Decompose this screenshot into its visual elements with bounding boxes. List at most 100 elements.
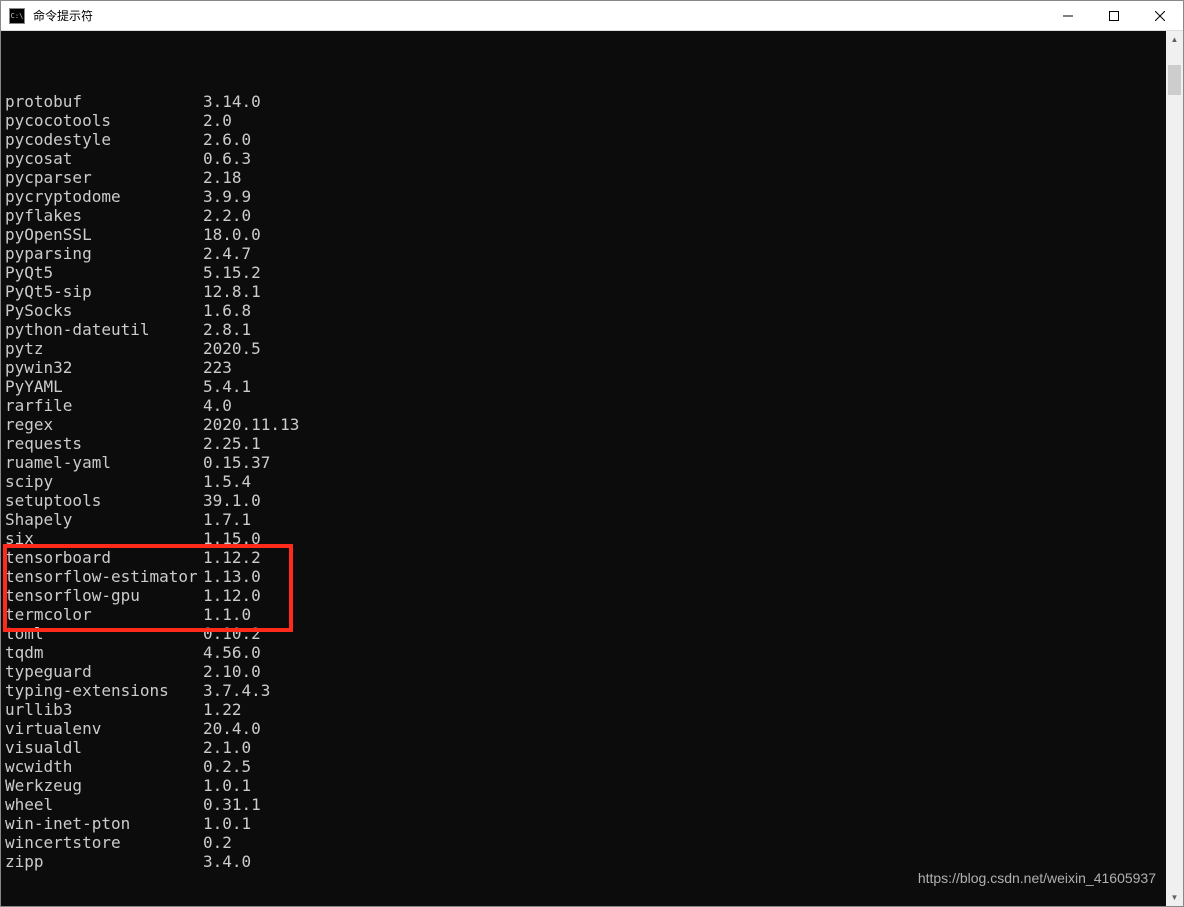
scroll-thumb[interactable] — [1168, 65, 1181, 95]
package-name: protobuf — [5, 92, 203, 111]
package-version: 5.15.2 — [203, 263, 261, 282]
package-row: pyparsing2.4.7 — [5, 244, 1166, 263]
package-row: Werkzeug1.0.1 — [5, 776, 1166, 795]
package-name: scipy — [5, 472, 203, 491]
package-name: zipp — [5, 852, 203, 871]
console-output[interactable]: protobuf3.14.0pycocotools2.0pycodestyle2… — [1, 31, 1166, 906]
package-name: pycosat — [5, 149, 203, 168]
package-name: python-dateutil — [5, 320, 203, 339]
console-area: protobuf3.14.0pycocotools2.0pycodestyle2… — [1, 31, 1183, 906]
command-prompt-window: C:\ 命令提示符 protobuf3.14.0pycocotools2.0py… — [0, 0, 1184, 907]
package-row: wcwidth0.2.5 — [5, 757, 1166, 776]
titlebar[interactable]: C:\ 命令提示符 — [1, 1, 1183, 31]
package-row: tqdm4.56.0 — [5, 643, 1166, 662]
package-version: 1.12.2 — [203, 548, 261, 567]
window-controls — [1045, 1, 1183, 30]
package-name: setuptools — [5, 491, 203, 510]
package-version: 2020.11.13 — [203, 415, 299, 434]
package-row: typing-extensions3.7.4.3 — [5, 681, 1166, 700]
package-name: PyQt5 — [5, 263, 203, 282]
package-row: pyOpenSSL18.0.0 — [5, 225, 1166, 244]
package-version: 2.25.1 — [203, 434, 261, 453]
package-version: 4.0 — [203, 396, 232, 415]
package-row: pycocotools2.0 — [5, 111, 1166, 130]
package-row: ruamel-yaml0.15.37 — [5, 453, 1166, 472]
package-row: pywin32223 — [5, 358, 1166, 377]
package-row: PySocks1.6.8 — [5, 301, 1166, 320]
close-button[interactable] — [1137, 1, 1183, 30]
package-row: PyQt5-sip12.8.1 — [5, 282, 1166, 301]
package-version: 2.1.0 — [203, 738, 251, 757]
package-row: requests2.25.1 — [5, 434, 1166, 453]
cmd-icon: C:\ — [9, 8, 25, 24]
package-name: urllib3 — [5, 700, 203, 719]
package-version: 1.0.1 — [203, 814, 251, 833]
package-version: 39.1.0 — [203, 491, 261, 510]
package-version: 1.7.1 — [203, 510, 251, 529]
package-row: pycparser2.18 — [5, 168, 1166, 187]
package-name: PySocks — [5, 301, 203, 320]
package-row: urllib31.22 — [5, 700, 1166, 719]
package-name: regex — [5, 415, 203, 434]
minimize-button[interactable] — [1045, 1, 1091, 30]
package-row: wincertstore0.2 — [5, 833, 1166, 852]
package-name: PyYAML — [5, 377, 203, 396]
package-name: wincertstore — [5, 833, 203, 852]
package-version: 0.10.2 — [203, 624, 261, 643]
package-version: 2.6.0 — [203, 130, 251, 149]
package-name: Werkzeug — [5, 776, 203, 795]
package-name: tensorflow-estimator — [5, 567, 203, 586]
package-name: pycodestyle — [5, 130, 203, 149]
package-version: 1.12.0 — [203, 586, 261, 605]
package-name: pycryptodome — [5, 187, 203, 206]
package-name: toml — [5, 624, 203, 643]
package-version: 0.15.37 — [203, 453, 270, 472]
package-row: pycodestyle2.6.0 — [5, 130, 1166, 149]
package-version: 2020.5 — [203, 339, 261, 358]
package-row: pytz2020.5 — [5, 339, 1166, 358]
package-row: toml0.10.2 — [5, 624, 1166, 643]
package-name: pywin32 — [5, 358, 203, 377]
package-version: 1.5.4 — [203, 472, 251, 491]
package-version: 1.1.0 — [203, 605, 251, 624]
package-name: ruamel-yaml — [5, 453, 203, 472]
package-version: 5.4.1 — [203, 377, 251, 396]
package-name: requests — [5, 434, 203, 453]
scroll-down-button[interactable]: ▼ — [1166, 889, 1183, 906]
package-row: typeguard2.10.0 — [5, 662, 1166, 681]
package-name: pycocotools — [5, 111, 203, 130]
watermark-text: https://blog.csdn.net/weixin_41605937 — [918, 869, 1156, 888]
scroll-up-button[interactable]: ▲ — [1166, 31, 1183, 48]
package-name: pyOpenSSL — [5, 225, 203, 244]
package-name: tensorflow-gpu — [5, 586, 203, 605]
vertical-scrollbar[interactable]: ▲ ▼ — [1166, 31, 1183, 906]
package-version: 1.0.1 — [203, 776, 251, 795]
package-version: 2.0 — [203, 111, 232, 130]
package-name: tqdm — [5, 643, 203, 662]
package-row: six1.15.0 — [5, 529, 1166, 548]
package-name: pyparsing — [5, 244, 203, 263]
package-name: typing-extensions — [5, 681, 203, 700]
package-version: 3.7.4.3 — [203, 681, 270, 700]
package-row: Shapely1.7.1 — [5, 510, 1166, 529]
package-row: tensorboard1.12.2 — [5, 548, 1166, 567]
maximize-button[interactable] — [1091, 1, 1137, 30]
package-row: PyQt55.15.2 — [5, 263, 1166, 282]
package-version: 2.8.1 — [203, 320, 251, 339]
package-row: tensorflow-estimator1.13.0 — [5, 567, 1166, 586]
package-version: 223 — [203, 358, 232, 377]
package-name: virtualenv — [5, 719, 203, 738]
package-name: Shapely — [5, 510, 203, 529]
package-row: python-dateutil2.8.1 — [5, 320, 1166, 339]
package-version: 0.2 — [203, 833, 232, 852]
package-name: tensorboard — [5, 548, 203, 567]
package-version: 2.18 — [203, 168, 242, 187]
package-name: PyQt5-sip — [5, 282, 203, 301]
package-version: 12.8.1 — [203, 282, 261, 301]
package-version: 3.14.0 — [203, 92, 261, 111]
package-version: 1.6.8 — [203, 301, 251, 320]
package-row: rarfile4.0 — [5, 396, 1166, 415]
package-name: rarfile — [5, 396, 203, 415]
package-name: pycparser — [5, 168, 203, 187]
package-row: protobuf3.14.0 — [5, 92, 1166, 111]
